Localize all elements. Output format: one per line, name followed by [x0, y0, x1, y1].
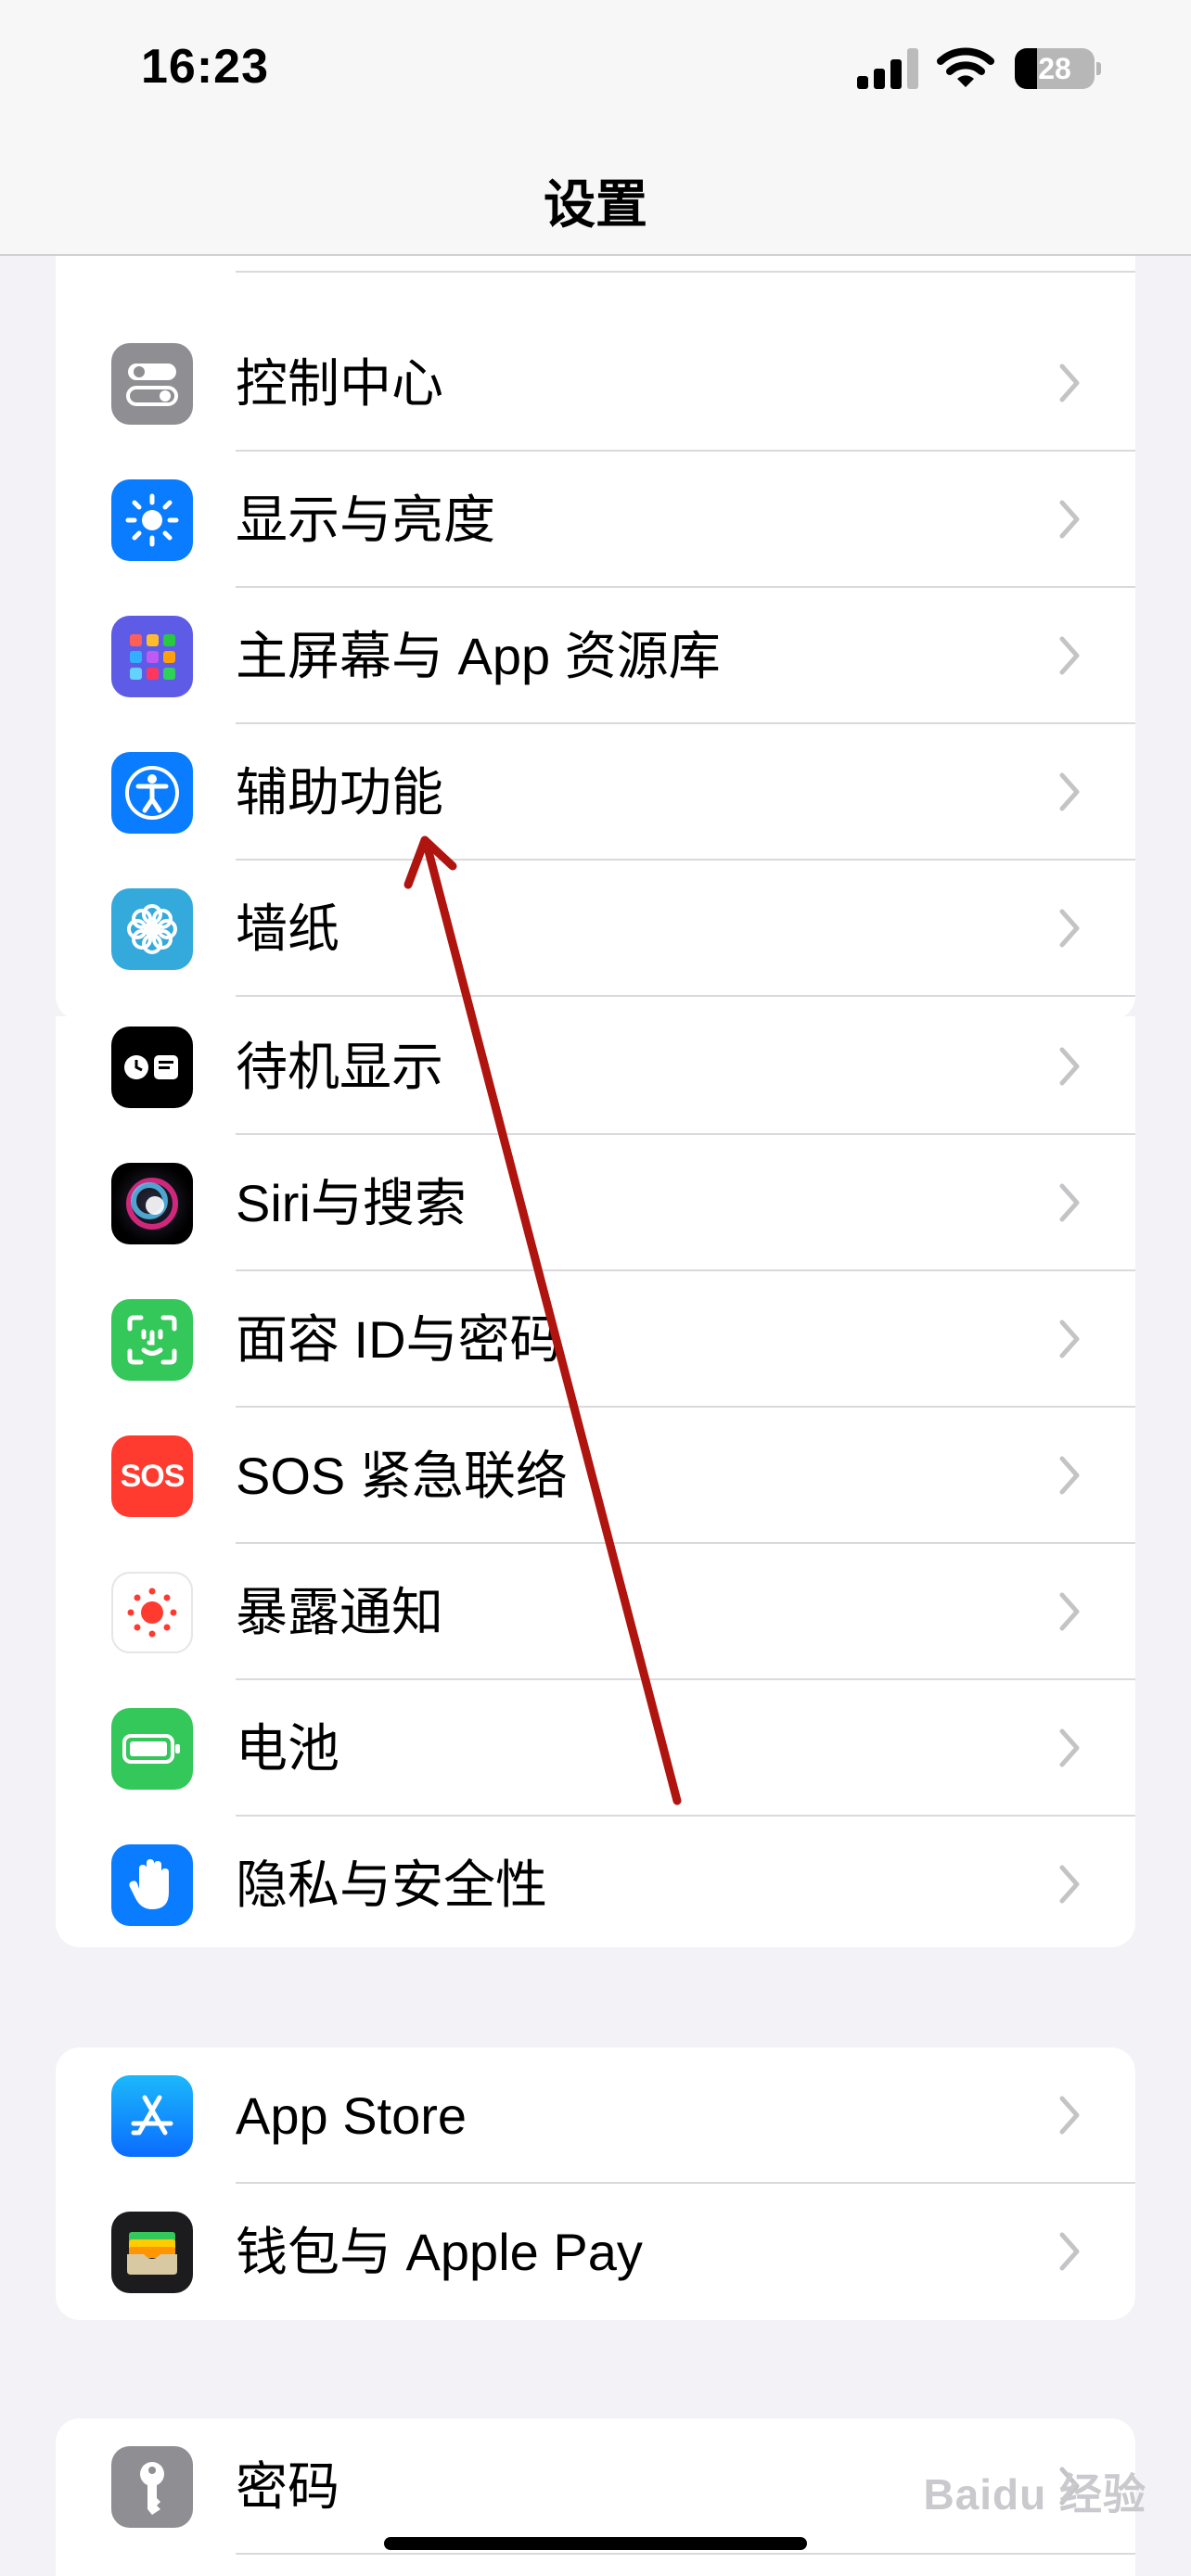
face-id-icon	[111, 1299, 193, 1381]
settings-row-label: App Store	[236, 2086, 467, 2145]
chevron-right-icon	[1059, 1865, 1080, 1904]
settings-row-label: SOS 紧急联络	[236, 1447, 568, 1505]
status-time: 16:23	[141, 40, 269, 94]
chevron-right-icon	[1059, 1320, 1080, 1358]
wifi-icon	[937, 47, 994, 87]
chevron-right-icon	[1059, 1592, 1080, 1631]
chevron-right-icon	[1059, 1047, 1080, 1086]
settings-row-face-id[interactable]: 面容 ID与密码	[56, 1271, 1135, 1408]
chevron-right-icon	[1059, 909, 1080, 948]
settings-row-wallpaper[interactable]: 墙纸	[56, 861, 1135, 997]
settings-row-accessibility[interactable]: 辅助功能	[56, 724, 1135, 861]
baidu-watermark: Baidu 经验	[923, 2470, 1146, 2519]
chevron-right-icon	[1059, 1183, 1080, 1222]
hand-icon	[111, 1844, 193, 1926]
sun-icon	[111, 479, 193, 561]
settings-row-label: 隐私与安全性	[236, 1855, 547, 1914]
navigation-bar: 设置	[0, 139, 1191, 256]
status-bar: 16:23 28	[0, 0, 1191, 139]
settings-row-exposure-notifications[interactable]: 暴露通知	[56, 1544, 1135, 1680]
settings-row-standby[interactable]: 待机显示	[56, 1016, 1135, 1135]
sos-icon: SOS	[111, 1435, 193, 1517]
battery-fill	[1015, 48, 1037, 89]
chevron-right-icon	[1059, 1728, 1080, 1767]
settings-row-label: 辅助功能	[236, 763, 443, 822]
chevron-right-icon	[1059, 772, 1080, 811]
battery-level: 28	[1038, 52, 1071, 85]
settings-row-label: 面容 ID与密码	[236, 1310, 562, 1369]
control-center-icon	[111, 343, 193, 425]
home-indicator[interactable]	[384, 2537, 807, 2550]
battery-icon	[111, 1708, 193, 1790]
settings-row-label: 电池	[236, 1719, 339, 1778]
settings-group-system: 通用 控制中心 显示与亮度 主屏幕与 App 资源库	[56, 182, 1135, 1020]
settings-row-label: 钱包与 Apple Pay	[236, 2223, 643, 2281]
chevron-right-icon	[1059, 2096, 1080, 2135]
battery-indicator: 28	[1015, 48, 1101, 89]
settings-row-label: 主屏幕与 App 资源库	[236, 627, 721, 685]
chevron-right-icon	[1059, 500, 1080, 539]
wallet-icon	[111, 2212, 193, 2293]
accessibility-icon	[111, 752, 193, 834]
page-title: 设置	[544, 175, 647, 234]
key-icon	[111, 2446, 193, 2528]
cellular-signal-icon	[857, 46, 922, 89]
settings-row-battery[interactable]: 电池	[56, 1680, 1135, 1817]
exposure-icon	[111, 1572, 193, 1653]
settings-row-label: Siri与搜索	[236, 1174, 467, 1232]
settings-row-label: 墙纸	[236, 899, 339, 958]
chevron-right-icon	[1059, 363, 1080, 402]
settings-row-label: 显示与亮度	[236, 491, 495, 549]
sos-icon-text: SOS	[120, 1458, 186, 1494]
standby-icon	[111, 1027, 193, 1108]
settings-row-display[interactable]: 显示与亮度	[56, 452, 1135, 588]
settings-group-store: App Store 钱包与 Apple Pay	[56, 2047, 1135, 2320]
settings-group-system-cont: 待机显示 Siri与搜索 面容 ID与密码 SOS SOS 紧急联络 暴露通知	[56, 1016, 1135, 1947]
chevron-right-icon	[1059, 636, 1080, 675]
settings-row-wallet[interactable]: 钱包与 Apple Pay	[56, 2184, 1135, 2320]
app-store-icon	[111, 2075, 193, 2157]
row-separator	[236, 2553, 1135, 2555]
settings-row-siri[interactable]: Siri与搜索	[56, 1135, 1135, 1271]
flower-icon	[111, 888, 193, 970]
settings-row-label: 控制中心	[236, 354, 443, 413]
row-separator	[236, 995, 1135, 997]
settings-row-label: 待机显示	[236, 1038, 443, 1096]
settings-row-app-store[interactable]: App Store	[56, 2047, 1135, 2184]
settings-row-home-screen[interactable]: 主屏幕与 App 资源库	[56, 588, 1135, 724]
settings-row-label: 密码	[236, 2457, 339, 2516]
siri-icon	[111, 1163, 193, 1244]
settings-row-label: 暴露通知	[236, 1583, 443, 1641]
chevron-right-icon	[1059, 1456, 1080, 1495]
chevron-right-icon	[1059, 2232, 1080, 2271]
settings-row-emergency-sos[interactable]: SOS SOS 紧急联络	[56, 1408, 1135, 1544]
row-separator	[236, 271, 1135, 273]
settings-row-control-center[interactable]: 控制中心	[56, 315, 1135, 452]
settings-row-privacy[interactable]: 隐私与安全性	[56, 1817, 1135, 1947]
home-screen-grid-icon	[111, 616, 193, 697]
